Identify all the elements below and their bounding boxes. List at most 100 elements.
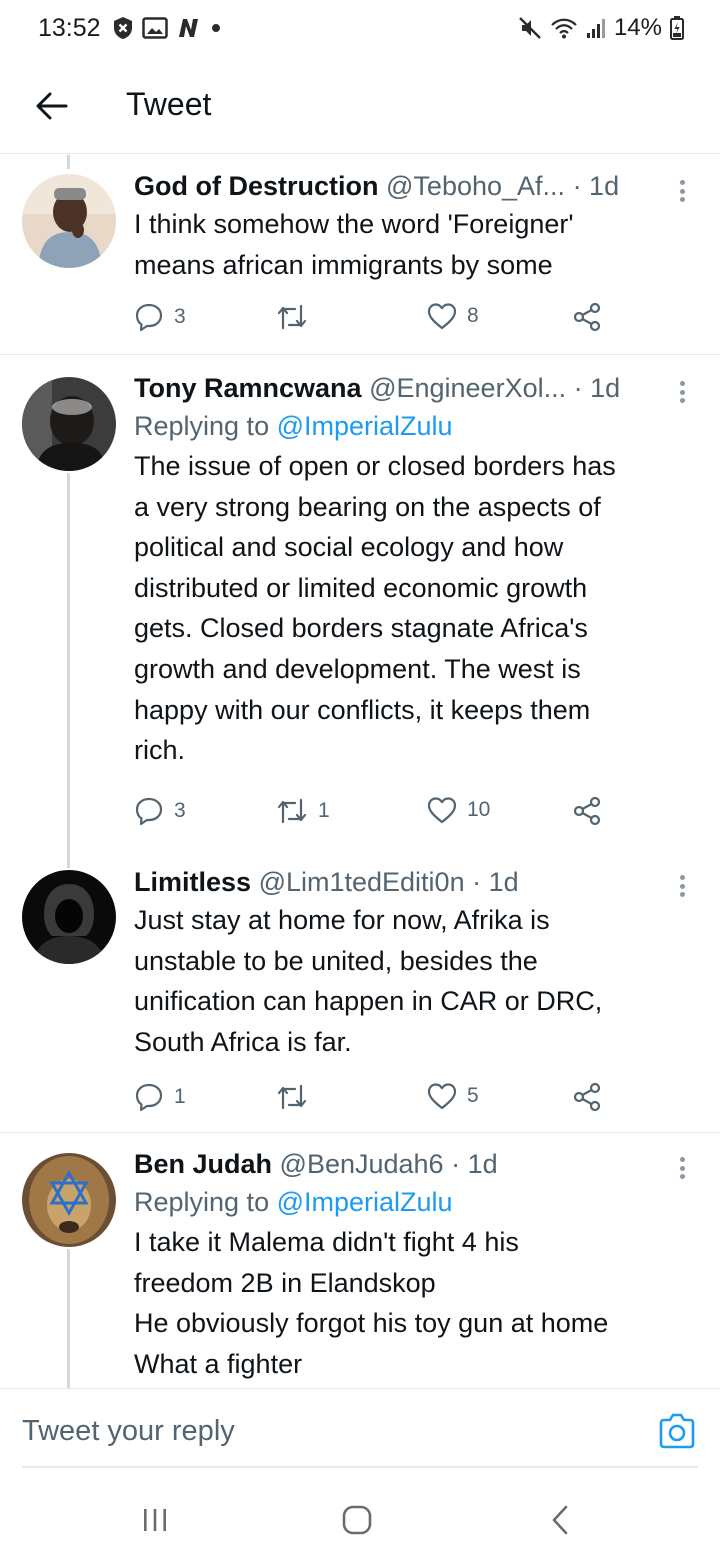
- reply-count: 3: [174, 799, 186, 822]
- replying-to: Replying to @ImperialZulu: [134, 1182, 690, 1222]
- replying-to: Replying to @ImperialZulu: [134, 406, 690, 446]
- tweet-text-line: I think somehow the word 'Foreigner': [134, 209, 574, 239]
- retweet-icon: [277, 798, 307, 824]
- shield-x-icon: [114, 17, 132, 39]
- battery-icon: [670, 16, 684, 40]
- reply-divider: [22, 1466, 698, 1468]
- reply-count: 1: [174, 1085, 186, 1108]
- tweet-text-line: a very strong bearing on the aspects of: [134, 491, 601, 522]
- tweet-actions: 3 8: [134, 302, 614, 336]
- retweet-icon: [277, 304, 307, 330]
- tweet-text-line: What a fighter: [134, 1348, 303, 1379]
- status-notification-icons: [112, 16, 222, 40]
- tweet-text-line: The issue of open or closed borders has: [134, 451, 616, 481]
- author-name[interactable]: Limitless: [134, 867, 251, 897]
- reply-icon: [135, 797, 163, 826]
- arrow-left-icon: [36, 92, 68, 120]
- tweet-text: Just stay at home for now, Afrika is uns…: [134, 900, 690, 1062]
- like-button[interactable]: 8: [427, 302, 479, 330]
- tweet-item[interactable]: Tony Ramncwana @EngineerXol... · 1d Repl…: [0, 356, 720, 868]
- tweet-text-line: unstable to be united, besides the: [134, 945, 538, 976]
- back-button[interactable]: [30, 84, 74, 128]
- tweet-content: Limitless @Lim1tedEditi0n · 1d Just stay…: [134, 864, 690, 1062]
- retweet-button[interactable]: 1: [276, 796, 330, 826]
- like-icon: [427, 303, 457, 330]
- avatar[interactable]: [22, 174, 116, 268]
- reply-icon: [135, 303, 163, 332]
- like-button[interactable]: 5: [427, 1082, 479, 1110]
- reply-button[interactable]: 1: [134, 1082, 186, 1112]
- wifi-icon: [551, 18, 577, 39]
- reply-input[interactable]: Tweet your reply: [22, 1415, 235, 1448]
- tweet-item[interactable]: Ben Judah @BenJudah6 · 1d Replying to @I…: [0, 1134, 720, 1388]
- avatar[interactable]: [22, 870, 116, 964]
- share-button[interactable]: [572, 796, 602, 826]
- share-button[interactable]: [572, 1082, 602, 1112]
- tweet-text-line: gets. Closed borders stagnate Africa's: [134, 613, 588, 644]
- reply-button[interactable]: 3: [134, 302, 186, 332]
- tweet-author-line: Ben Judah @BenJudah6 · 1d: [134, 1146, 690, 1182]
- n-app-icon: [179, 19, 198, 37]
- page-title: Tweet: [126, 86, 212, 122]
- tweet-text-line: growth and development. The west is: [134, 653, 581, 684]
- author-name[interactable]: Ben Judah: [134, 1149, 272, 1179]
- like-button[interactable]: 10: [427, 796, 490, 824]
- tweet-text: I think somehow the word 'Foreigner' mea…: [134, 204, 690, 285]
- camera-button[interactable]: [658, 1413, 696, 1449]
- retweet-count: 1: [318, 799, 330, 822]
- retweet-button[interactable]: [276, 302, 318, 332]
- home-button[interactable]: [337, 1500, 377, 1540]
- author-name[interactable]: Tony Ramncwana: [134, 373, 362, 403]
- tweet-time: · 1d: [572, 171, 620, 201]
- reply-button[interactable]: 3: [134, 796, 186, 826]
- tweet-author-line: Limitless @Lim1tedEditi0n · 1d: [134, 864, 690, 900]
- back-icon: [552, 1505, 568, 1535]
- avatar[interactable]: [22, 1153, 116, 1247]
- recents-icon: [144, 1509, 166, 1531]
- tweet-item[interactable]: Limitless @Lim1tedEditi0n · 1d Just stay…: [0, 857, 720, 1133]
- recents-button[interactable]: [135, 1500, 175, 1540]
- tweet-item[interactable]: God of Destruction @Teboho_Af... · 1d I …: [0, 155, 720, 355]
- tweet-text-line: means african immigrants by some: [134, 249, 553, 280]
- tweet-content: God of Destruction @Teboho_Af... · 1d I …: [134, 168, 690, 285]
- like-count: 8: [467, 304, 479, 327]
- replying-to-handle[interactable]: @ImperialZulu: [277, 411, 453, 441]
- retweet-button[interactable]: [276, 1082, 318, 1112]
- tweet-time: · 1d: [472, 867, 519, 897]
- author-handle[interactable]: @Teboho_Af...: [386, 171, 565, 201]
- tweet-header: Tweet: [0, 62, 720, 154]
- battery-level: 14%: [613, 14, 662, 41]
- reply-feed[interactable]: God of Destruction @Teboho_Af... · 1d I …: [0, 155, 720, 1388]
- like-count: 5: [467, 1084, 479, 1107]
- status-bar: 13:52 14%: [0, 0, 720, 60]
- reply-icon: [135, 1083, 163, 1112]
- nav-back-button[interactable]: [540, 1500, 580, 1540]
- replying-to-label: Replying to: [134, 1187, 270, 1217]
- tweet-text-line: Just stay at home for now, Afrika is: [134, 905, 550, 935]
- tweet-text-line: happy with our conflicts, it keeps them: [134, 694, 591, 725]
- reply-composer: Tweet your reply: [0, 1388, 720, 1468]
- tweet-author-line: Tony Ramncwana @EngineerXol... · 1d: [134, 370, 690, 406]
- tweet-text-line: distributed or limited economic growth: [134, 572, 588, 603]
- author-handle[interactable]: @Lim1tedEditi0n: [259, 867, 465, 897]
- thread-line: [67, 1249, 70, 1388]
- author-name[interactable]: God of Destruction: [134, 171, 379, 201]
- share-icon: [573, 1082, 601, 1112]
- reply-count: 3: [174, 305, 186, 328]
- author-handle[interactable]: @EngineerXol...: [369, 373, 566, 403]
- status-time: 13:52: [38, 14, 101, 42]
- tweet-content: Tony Ramncwana @EngineerXol... · 1d Repl…: [134, 370, 690, 771]
- replying-to-label: Replying to: [134, 411, 270, 441]
- share-button[interactable]: [572, 302, 602, 332]
- author-handle[interactable]: @BenJudah6: [280, 1149, 444, 1179]
- tweet-time: · 1d: [451, 1149, 498, 1179]
- replying-to-handle[interactable]: @ImperialZulu: [277, 1187, 453, 1217]
- tweet-time: · 1d: [573, 373, 621, 403]
- signal-icon: [586, 19, 605, 38]
- home-icon: [342, 1505, 372, 1535]
- system-nav-bar: [0, 1470, 720, 1560]
- thread-line: [67, 155, 70, 169]
- avatar[interactable]: [22, 377, 116, 471]
- share-icon: [573, 796, 601, 826]
- tweet-text-line: He obviously forgot his toy gun at home: [134, 1308, 609, 1339]
